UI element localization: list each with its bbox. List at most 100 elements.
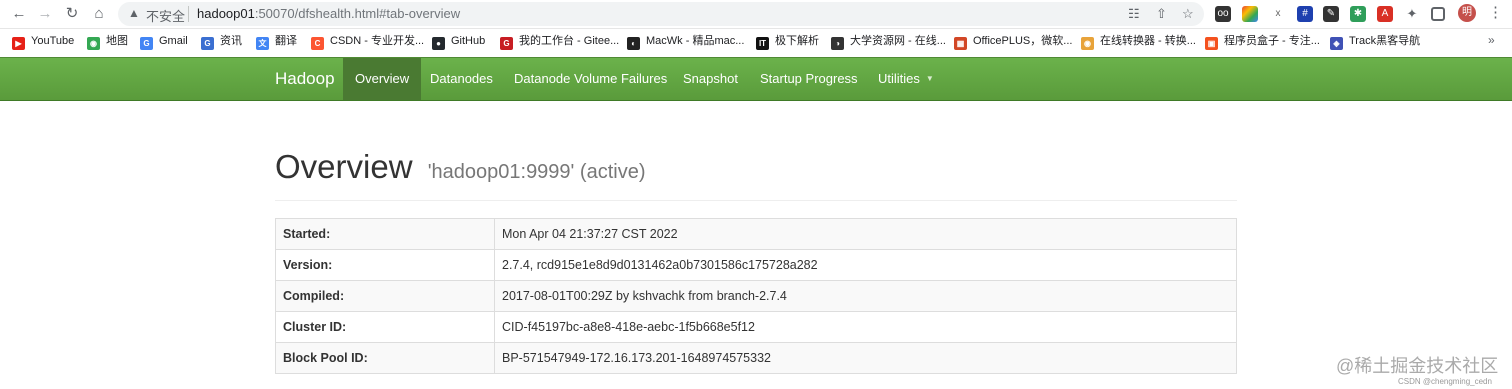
box-icon: ▣ bbox=[1205, 37, 1218, 50]
puzzle-icon[interactable]: ✦ bbox=[1404, 6, 1420, 22]
forward-arrow-icon[interactable]: → bbox=[35, 4, 55, 24]
bookmark-item[interactable]: G Gmail bbox=[140, 33, 188, 50]
bookmark-label: CSDN - 专业开发... bbox=[330, 35, 425, 47]
row-key: Block Pool ID: bbox=[275, 342, 495, 374]
csdn-icon: C bbox=[311, 37, 324, 50]
home-icon[interactable]: ⌂ bbox=[89, 4, 109, 24]
table-row: Block Pool ID: BP-571547949-172.16.173.2… bbox=[275, 342, 1237, 374]
row-key: Compiled: bbox=[275, 280, 495, 312]
more-bookmarks-icon[interactable]: » bbox=[1488, 33, 1495, 47]
bookmark-label: GitHub bbox=[451, 35, 486, 47]
bookmark-item[interactable]: ◈ Track黑客导航 bbox=[1330, 33, 1421, 50]
watermark: @稀土掘金技术社区 bbox=[1336, 356, 1499, 376]
page-title: Overview 'hadoop01:9999' (active) bbox=[275, 148, 646, 186]
bookmark-item[interactable]: ◉ 在线转换器 - 转换... bbox=[1081, 33, 1196, 50]
bookmark-item[interactable]: 文翻译 bbox=[256, 33, 297, 50]
tab-datanode-volume-failures[interactable]: Datanode Volume Failures bbox=[502, 58, 679, 100]
star-icon[interactable]: ☆ bbox=[1182, 6, 1194, 22]
bookmark-item[interactable]: ◐ MacWk - 精品mac... bbox=[627, 33, 744, 50]
bookmark-item[interactable]: ▶ YouTube bbox=[12, 33, 75, 50]
converter-icon: ◉ bbox=[1081, 37, 1094, 50]
university-icon: ◑ bbox=[831, 37, 844, 50]
bookmark-item[interactable]: C CSDN - 专业开发... bbox=[311, 33, 425, 50]
officeplus-icon: ▦ bbox=[954, 37, 967, 50]
extension-x-icon[interactable]: x bbox=[1270, 6, 1286, 22]
extension-colors-icon[interactable] bbox=[1242, 6, 1258, 22]
bookmark-label: 大学资源网 - 在线... bbox=[850, 35, 946, 47]
maps-icon: ◉ bbox=[87, 37, 100, 50]
page-title-text: Overview bbox=[275, 148, 413, 185]
watermark-small: CSDN @chengming_cedn bbox=[1398, 377, 1492, 386]
extension-edit-icon[interactable]: ✎ bbox=[1323, 6, 1339, 22]
browser-toolbar: ← → ↻ ⌂ ▲ 不安全 hadoop01:50070/dfshealth.h… bbox=[0, 0, 1512, 29]
bookmark-label: 地图 bbox=[106, 35, 128, 47]
translate-icon[interactable]: ☷ bbox=[1128, 6, 1140, 22]
back-arrow-icon[interactable]: ← bbox=[9, 4, 29, 24]
bookmark-label: Track黑客导航 bbox=[1349, 35, 1421, 47]
row-value: 2017-08-01T00:29Z by kshvachk from branc… bbox=[494, 280, 1237, 312]
bookmark-label: Gmail bbox=[159, 35, 188, 47]
bookmark-label: 在线转换器 - 转换... bbox=[1100, 35, 1196, 47]
warning-icon[interactable]: ▲ bbox=[128, 6, 140, 20]
row-value: 2.7.4, rcd915e1e8d9d0131462a0b7301586c17… bbox=[494, 249, 1237, 281]
row-key: Started: bbox=[275, 218, 495, 250]
table-row: Started: Mon Apr 04 21:37:27 CST 2022 bbox=[275, 218, 1237, 250]
bookmark-label: OfficePLUS，微软... bbox=[973, 35, 1073, 47]
share-icon[interactable]: ⇧ bbox=[1156, 6, 1167, 22]
tab-startup-progress[interactable]: Startup Progress bbox=[748, 58, 870, 100]
bookmark-label: 资讯 bbox=[220, 35, 242, 47]
row-value: BP-571547949-172.16.173.201-164897457533… bbox=[494, 342, 1237, 374]
brand[interactable]: Hadoop bbox=[275, 69, 335, 89]
tab-utilities[interactable]: Utilities ▼ bbox=[866, 58, 946, 100]
bookmark-item[interactable]: ▣ 程序员盒子 - 专注... bbox=[1205, 33, 1320, 50]
divider bbox=[188, 6, 189, 22]
table-row: Compiled: 2017-08-01T00:29Z by kshvachk … bbox=[275, 280, 1237, 312]
extension-hash-icon[interactable]: # bbox=[1297, 6, 1313, 22]
youtube-icon: ▶ bbox=[12, 37, 25, 50]
bookmark-item[interactable]: ◉ 地图 bbox=[87, 33, 128, 50]
insecure-label: 不安全 bbox=[146, 9, 186, 24]
bookmark-item[interactable]: G 资讯 bbox=[201, 33, 242, 50]
bookmark-item[interactable]: ● GitHub bbox=[432, 33, 486, 50]
overview-table: Started: Mon Apr 04 21:37:27 CST 2022 Ve… bbox=[275, 218, 1237, 374]
extension-pdf-icon[interactable]: A bbox=[1377, 6, 1393, 22]
google-icon: G bbox=[140, 37, 153, 50]
news-icon: G bbox=[201, 37, 214, 50]
bookmark-item[interactable]: ▦ OfficePLUS，微软... bbox=[954, 33, 1073, 50]
bookmark-item[interactable]: ◑ 大学资源网 - 在线... bbox=[831, 33, 946, 50]
caret-down-icon: ▼ bbox=[925, 74, 934, 83]
profile-avatar[interactable]: 明 bbox=[1458, 4, 1476, 22]
bookmark-label: 程序员盒子 - 专注... bbox=[1224, 35, 1320, 47]
bookmark-item[interactable]: G 我的工作台 - Gitee... bbox=[500, 33, 619, 50]
extension-glasses-icon[interactable]: oo bbox=[1215, 6, 1231, 22]
github-icon: ● bbox=[432, 37, 445, 50]
divider bbox=[275, 200, 1237, 201]
address-bar[interactable]: ▲ 不安全 hadoop01:50070/dfshealth.html#tab-… bbox=[118, 2, 1204, 26]
hadoop-navbar: Hadoop Overview Datanodes Datanode Volum… bbox=[0, 57, 1512, 101]
bookmarks-bar: ▶ YouTube ◉ 地图 G Gmail G 资讯 文翻译 C CSDN - 专业开发... ● G… bbox=[0, 29, 1512, 54]
extension-green-icon[interactable]: ✱ bbox=[1350, 6, 1366, 22]
row-value: Mon Apr 04 21:37:27 CST 2022 bbox=[494, 218, 1237, 250]
row-value: CID-f45197bc-a8e8-418e-aebc-1f5b668e5f12 bbox=[494, 311, 1237, 343]
bookmark-item[interactable]: IT 极下解析 bbox=[756, 33, 819, 50]
bookmark-label: YouTube bbox=[31, 35, 75, 47]
macwk-icon: ◐ bbox=[627, 37, 640, 50]
table-row: Cluster ID: CID-f45197bc-a8e8-418e-aebc-… bbox=[275, 311, 1237, 343]
url-path: :50070/dfshealth.html#tab-overview bbox=[254, 6, 461, 21]
bookmark-label: 翻译 bbox=[275, 35, 297, 47]
row-key: Version: bbox=[275, 249, 495, 281]
menu-kebab-icon[interactable]: ⋮ bbox=[1488, 3, 1503, 21]
sidepanel-icon[interactable] bbox=[1431, 7, 1445, 21]
table-row: Version: 2.7.4, rcd915e1e8d9d0131462a0b7… bbox=[275, 249, 1237, 281]
tab-utilities-label: Utilities bbox=[878, 71, 920, 86]
row-key: Cluster ID: bbox=[275, 311, 495, 343]
url-host: hadoop01 bbox=[197, 6, 255, 21]
reload-icon[interactable]: ↻ bbox=[62, 4, 82, 24]
translate-icon: 文 bbox=[256, 37, 269, 50]
tab-datanodes[interactable]: Datanodes bbox=[418, 58, 505, 100]
tab-overview[interactable]: Overview bbox=[343, 58, 422, 100]
page-subtitle: 'hadoop01:9999' (active) bbox=[427, 161, 646, 183]
tab-snapshot[interactable]: Snapshot bbox=[671, 58, 750, 100]
url-text[interactable]: hadoop01:50070/dfshealth.html#tab-overvi… bbox=[197, 6, 460, 21]
jixia-icon: IT bbox=[756, 37, 769, 50]
